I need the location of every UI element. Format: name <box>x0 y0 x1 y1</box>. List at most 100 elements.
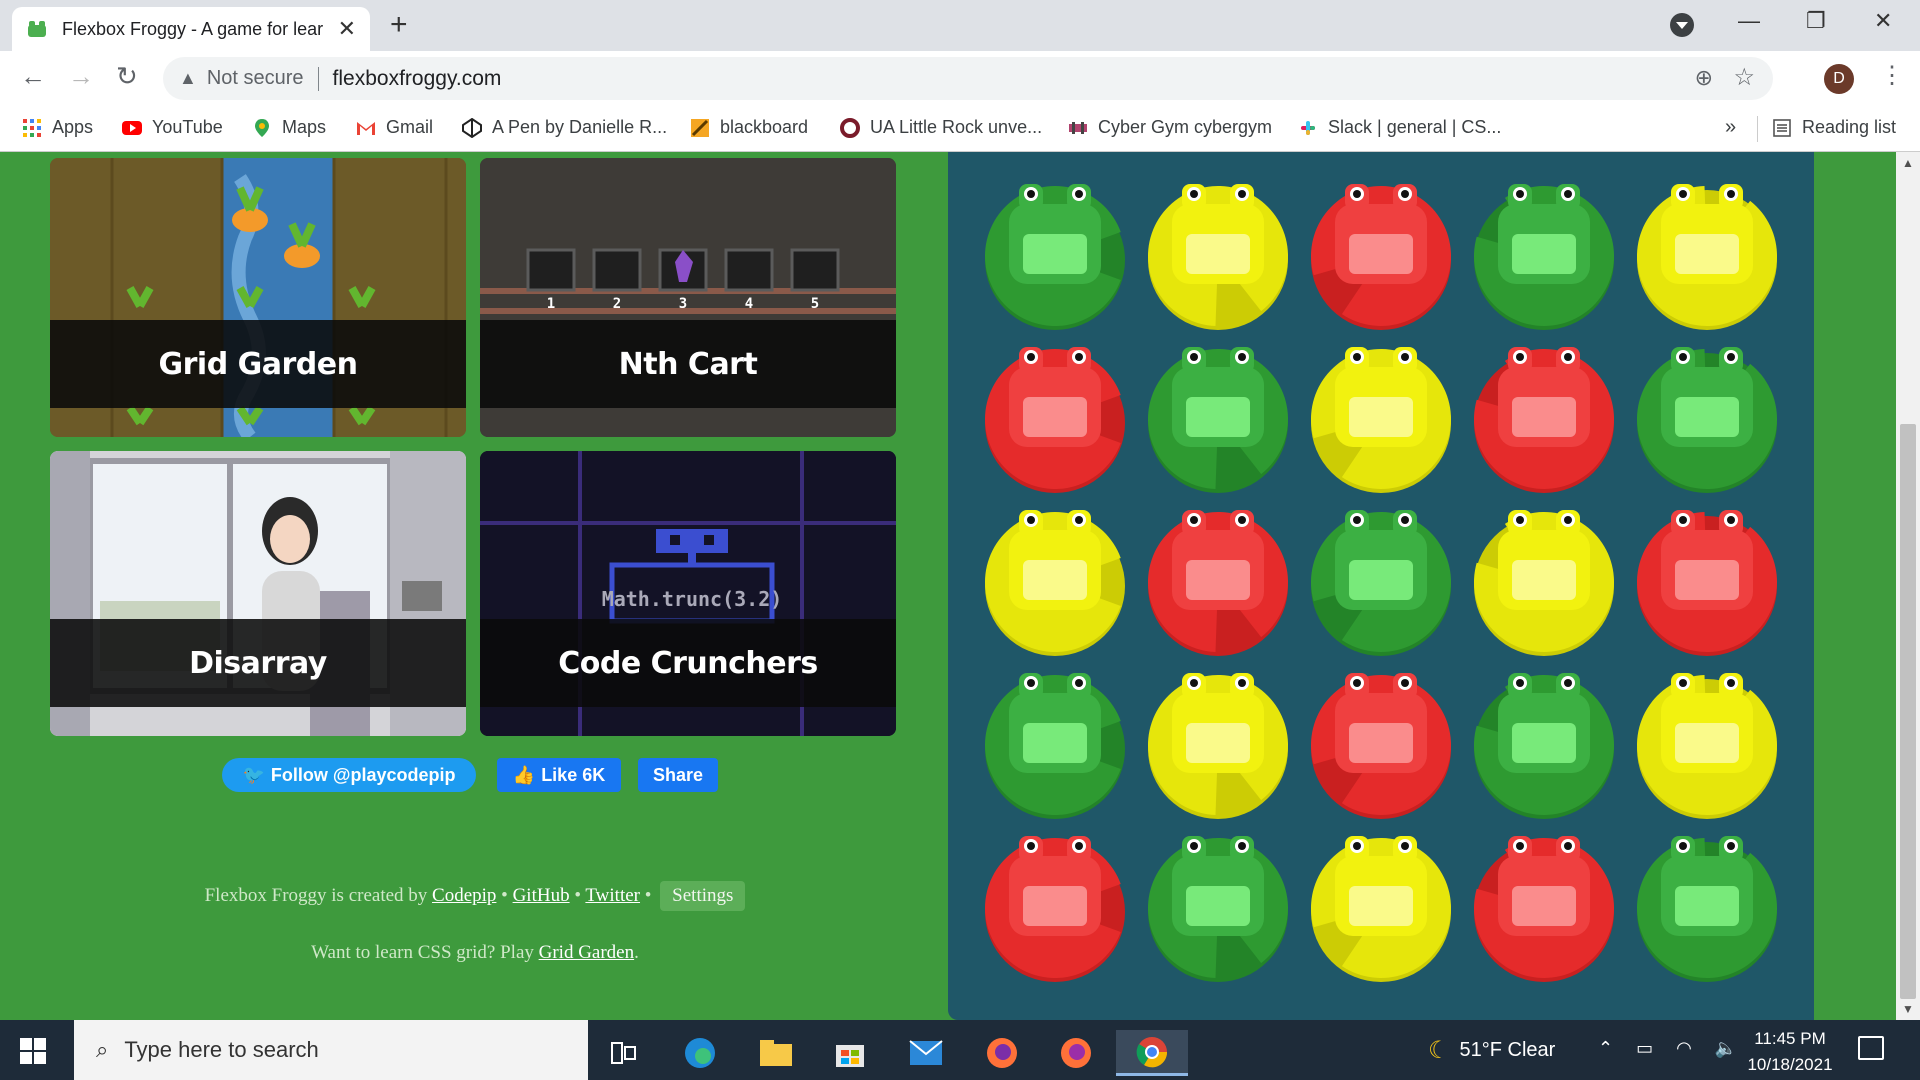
bookmark-label: Apps <box>52 117 94 137</box>
bookmark-slack[interactable]: Slack | general | CS... <box>1298 117 1501 138</box>
bookmark-label: blackboard <box>720 117 809 137</box>
warning-triangle-icon[interactable]: ▲ <box>179 68 197 89</box>
kebab-menu-icon[interactable]: ⋮ <box>1880 61 1904 90</box>
bookmark-codepen[interactable]: A Pen by Danielle R... <box>462 117 667 138</box>
browser-tab[interactable]: Flexbox Froggy - A game for lear ✕ <box>12 7 370 51</box>
promo-prefix: Want to learn CSS grid? Play <box>311 942 534 963</box>
codepip-link[interactable]: Codepip <box>432 885 496 906</box>
github-link[interactable]: GitHub <box>513 885 570 906</box>
cart-number: 4 <box>745 296 753 312</box>
microsoft-store-icon[interactable] <box>822 1030 878 1076</box>
browser-toolbar: ← → ↻ ▲ Not secure flexboxfroggy.com ⊕ ☆… <box>0 51 1920 106</box>
codepen-icon <box>462 117 482 138</box>
task-view-icon[interactable] <box>596 1030 652 1076</box>
bookmark-blackboard[interactable]: blackboard <box>690 117 808 138</box>
profile-avatar[interactable]: D <box>1824 64 1854 94</box>
follow-label: Follow @playcodepip <box>270 764 456 785</box>
game-card-nth-cart[interactable]: 1 2 3 4 5 Nth Cart <box>480 158 896 437</box>
bookmark-maps[interactable]: Maps <box>252 117 326 138</box>
card-title: Disarray <box>189 645 327 681</box>
page-scrollbar[interactable]: ▲ ▼ <box>1896 152 1920 1020</box>
bullet: • <box>574 885 581 906</box>
scroll-down-arrow-icon[interactable]: ▼ <box>1902 1002 1914 1016</box>
settings-button[interactable]: Settings <box>660 881 746 911</box>
cart-number: 3 <box>679 296 687 312</box>
volume-icon[interactable]: 🔈 <box>1715 1038 1737 1058</box>
wifi-icon[interactable]: ◠ <box>1676 1038 1692 1058</box>
facebook-share-button[interactable]: Share <box>638 758 718 792</box>
cart-number: 2 <box>613 296 621 312</box>
search-icon: ⌕ <box>96 1037 109 1062</box>
tab-strip: Flexbox Froggy - A game for lear ✕ + — ❐… <box>0 0 1920 51</box>
mail-icon[interactable] <box>898 1030 954 1076</box>
gmail-icon <box>357 121 375 135</box>
notifications-icon[interactable] <box>1858 1036 1884 1060</box>
file-explorer-icon[interactable] <box>748 1030 804 1076</box>
reload-icon[interactable]: ↻ <box>116 61 138 92</box>
bookmark-gmail[interactable]: Gmail <box>356 117 433 138</box>
grid-garden-link[interactable]: Grid Garden <box>539 942 635 963</box>
frog-favicon-icon <box>28 21 46 37</box>
game-card-disarray[interactable]: Disarray <box>50 451 466 736</box>
taskbar-clock[interactable]: 11:45 PM 10/18/2021 <box>1740 1026 1840 1078</box>
scroll-thumb[interactable] <box>1900 424 1916 999</box>
scroll-up-arrow-icon[interactable]: ▲ <box>1902 156 1914 170</box>
thumbs-up-icon: 👍 <box>512 764 536 785</box>
address-divider <box>317 66 319 91</box>
share-label: Share <box>652 764 704 785</box>
reading-list-button[interactable]: Reading list <box>1772 117 1896 138</box>
firefox-icon[interactable] <box>1048 1030 1104 1076</box>
cart-number: 1 <box>547 296 555 312</box>
edge-icon[interactable] <box>672 1030 728 1076</box>
bookmark-apps[interactable]: Apps <box>22 117 93 138</box>
tab-search-icon[interactable] <box>1670 13 1694 37</box>
weather-widget[interactable]: ☾ 51°F Clear <box>1428 1036 1555 1065</box>
credits-prefix: Flexbox Froggy is created by <box>204 885 428 906</box>
clock-date: 10/18/2021 <box>1747 1055 1833 1074</box>
window-close-icon[interactable]: ✕ <box>1874 8 1892 34</box>
tab-title: Flexbox Froggy - A game for lear <box>62 18 324 39</box>
minimize-icon[interactable]: — <box>1738 8 1760 34</box>
bookmark-label: YouTube <box>152 117 223 137</box>
firefox-icon[interactable] <box>974 1030 1030 1076</box>
facebook-like-button[interactable]: 👍 Like 6K <box>497 758 621 792</box>
bookmark-label: Gmail <box>386 117 434 137</box>
maps-pin-icon <box>255 118 269 137</box>
taskbar-search-box[interactable]: ⌕ Type here to search <box>74 1020 588 1080</box>
address-bar[interactable]: ▲ Not secure flexboxfroggy.com ⊕ ☆ <box>163 57 1773 100</box>
chrome-icon[interactable] <box>1116 1030 1188 1076</box>
restore-icon[interactable]: ❐ <box>1806 8 1826 34</box>
pond-svg <box>985 184 1777 982</box>
moon-icon: ☾ <box>1428 1037 1450 1064</box>
bookmark-cybergym[interactable]: Cyber Gym cybergym <box>1068 117 1272 138</box>
bookmark-label: A Pen by Danielle R... <box>492 117 668 137</box>
bullet: • <box>644 885 652 906</box>
back-arrow-icon[interactable]: ← <box>20 61 46 92</box>
code-expression: Math.trunc(3.2) <box>602 587 783 611</box>
windows-start-icon[interactable] <box>20 1038 46 1064</box>
twitter-link[interactable]: Twitter <box>585 885 640 906</box>
reading-list-label: Reading list <box>1802 117 1897 137</box>
bookmark-star-icon[interactable]: ☆ <box>1733 63 1755 92</box>
card-title: Grid Garden <box>158 346 358 382</box>
card-title-band: Code Crunchers <box>480 619 896 707</box>
clock-time: 11:45 PM <box>1754 1029 1826 1048</box>
security-label[interactable]: Not secure <box>207 67 304 90</box>
zoom-icon[interactable]: ⊕ <box>1695 65 1713 91</box>
more-bookmarks-chevron-icon[interactable]: » <box>1725 116 1736 139</box>
apps-grid-icon <box>23 118 41 137</box>
game-card-code-crunchers[interactable]: Math.trunc(3.2) Code Crunchers <box>480 451 896 736</box>
close-tab-icon[interactable]: ✕ <box>338 16 356 42</box>
twitter-follow-button[interactable]: 🐦 Follow @playcodepip <box>222 758 476 792</box>
slack-icon <box>1301 120 1315 135</box>
game-card-grid-garden[interactable]: Grid Garden <box>50 158 466 437</box>
cybergym-icon <box>1069 121 1087 134</box>
bookmark-label: Cyber Gym cybergym <box>1098 117 1273 137</box>
chevron-up-icon[interactable]: ⌃ <box>1598 1038 1613 1058</box>
forward-arrow-icon[interactable]: → <box>68 61 94 92</box>
new-tab-icon[interactable]: + <box>390 8 408 42</box>
battery-icon[interactable]: ▭ <box>1636 1038 1653 1058</box>
bookmark-youtube[interactable]: YouTube <box>122 117 223 138</box>
bookmark-ualr[interactable]: UA Little Rock unve... <box>840 117 1042 138</box>
url-text[interactable]: flexboxfroggy.com <box>333 67 502 91</box>
